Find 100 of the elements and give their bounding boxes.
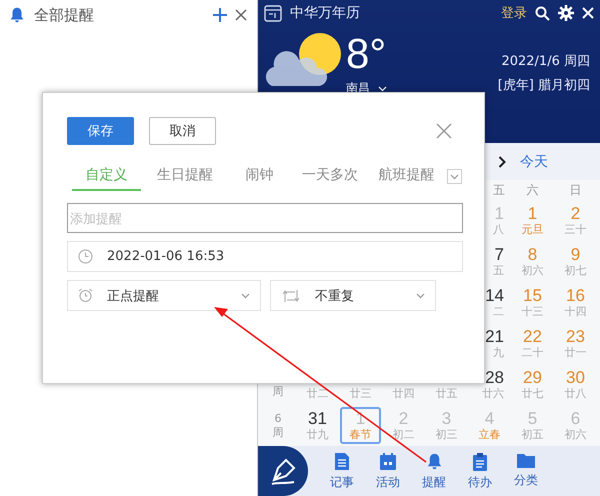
clock-icon [78,249,93,264]
day-number: 16 [566,286,585,305]
app-title: 中华万年历 [290,4,361,22]
lunar-date: 初七 [564,264,586,278]
chevron-down-icon [241,292,250,298]
tab[interactable]: 航班提醒 [370,162,444,191]
day-number: 5 [528,409,538,428]
panel-title: 全部提醒 [34,6,95,24]
repeat-icon [281,288,301,302]
lunar-date: 廿二 [306,387,328,401]
bell-icon [8,6,26,24]
calendar-day[interactable]: 29 廿七 [512,366,553,403]
repeat-select[interactable]: 不重复 [270,280,436,311]
search-button[interactable] [535,6,550,20]
temperature: 8° [346,32,386,76]
lunar-date: 元旦 [522,223,544,237]
weekday-label: 五 [493,182,505,198]
solar-date: 2022/1/6 周四 [501,53,590,70]
calendar-day[interactable]: 2 三十 [555,202,596,239]
day-number: 4 [484,409,494,428]
week-label: 周 [272,426,284,440]
toolbar-button[interactable]: 活动 [370,450,406,492]
day-number: 7 [494,245,504,264]
alert-select[interactable]: 正点提醒 [67,280,261,311]
weekday-label: 日 [570,182,582,198]
calendar-day[interactable]: 30 廿八 [555,366,596,403]
save-button[interactable]: 保存 [67,117,134,145]
lunar-date: 立春 [478,428,500,442]
day-number: 29 [523,368,542,387]
day-number: 1 [528,204,538,223]
day-number: 2 [398,409,408,428]
lunar-date: 廿九 [306,428,328,442]
add-button[interactable] [213,8,227,22]
calendar-day[interactable]: 2 初二 [383,407,424,444]
calendar-day[interactable]: 5 初五 [512,407,553,444]
title-field[interactable]: 添加提醒 [67,203,463,233]
lunar-date: 八 [493,223,504,237]
day-number: 22 [523,327,542,346]
login-link[interactable]: 登录 [501,4,527,22]
week-label: 周 [272,385,284,399]
day-number: 30 [566,368,585,387]
day-number: 23 [566,327,585,346]
lunar-date: 廿三 [350,387,372,401]
day-number: 31 [308,409,327,428]
lunar-date: 十三 [522,305,544,319]
document-icon [334,452,350,470]
lunar-date: 十四 [564,305,586,319]
calendar-day[interactable]: 23 廿一 [555,325,596,362]
clipboard-icon [472,452,488,470]
calendar-icon [264,4,282,22]
toolbar-button[interactable]: 分类 [508,450,544,492]
week-number: 6 [274,412,282,426]
alarm-clock-icon [78,288,93,303]
calendar-day[interactable]: 8 初六 [512,243,553,280]
lunar-date: 初五 [522,428,544,442]
day-number: 14 [485,286,504,305]
toolbar-button[interactable]: 待办 [462,450,498,492]
lunar-date: 廿七 [522,387,544,401]
calendar-day[interactable]: 1 元旦 [512,202,553,239]
lunar-date: 春节 [350,428,372,442]
tab[interactable]: 一天多次 [290,162,370,191]
tab[interactable]: 闹钟 [228,162,290,191]
next-month-button[interactable] [498,156,506,168]
lunar-date: 廿六 [482,387,504,401]
day-number: 3 [442,409,452,428]
weekday-label: 六 [526,182,538,198]
cancel-button[interactable]: 取消 [149,117,216,145]
lunar-date: [虎年] 腊月初四 [498,77,590,94]
tab[interactable]: 自定义 [72,162,142,191]
calendar-day[interactable]: 6 初六 [555,407,596,444]
calendar-day[interactable]: 16 十四 [555,284,596,321]
lunar-date: 三十 [564,223,586,237]
day-number: 2 [570,204,580,223]
calendar-day[interactable]: 9 初七 [555,243,596,280]
more-tabs-button[interactable] [447,169,462,184]
settings-button[interactable] [558,5,574,21]
lunar-date: 五 [493,264,504,278]
lunar-date: 廿一 [564,346,586,360]
calendar-day[interactable]: 15 十三 [512,284,553,321]
calendar-day[interactable]: 22 二十 [512,325,553,362]
lunar-date: 初二 [392,428,414,442]
toolbar-button[interactable]: 提醒 [416,450,452,492]
lunar-date: 二 [493,305,504,319]
day-number: 9 [570,245,580,264]
lunar-date: 初三 [436,428,458,442]
lunar-date: 初六 [564,428,586,442]
lunar-date: 廿四 [392,387,414,401]
today-button[interactable]: 今天 [520,152,548,170]
lunar-date: 二十 [522,346,544,360]
lunar-date: 九 [493,346,504,360]
calendar-day[interactable]: 3 初三 [426,407,467,444]
day-number: 28 [485,368,504,387]
toolbar-button[interactable]: 记事 [324,450,360,492]
calendar-day[interactable]: 4 立春 [469,407,510,444]
tab[interactable]: 生日提醒 [141,162,229,191]
day-number: 6 [570,409,580,428]
close-button[interactable] [235,9,247,21]
calendar-day[interactable]: 31 廿九 [297,407,338,444]
day-number: 1 [494,204,504,223]
datetime-field[interactable]: 2022-01-06 16:53 [67,241,463,272]
